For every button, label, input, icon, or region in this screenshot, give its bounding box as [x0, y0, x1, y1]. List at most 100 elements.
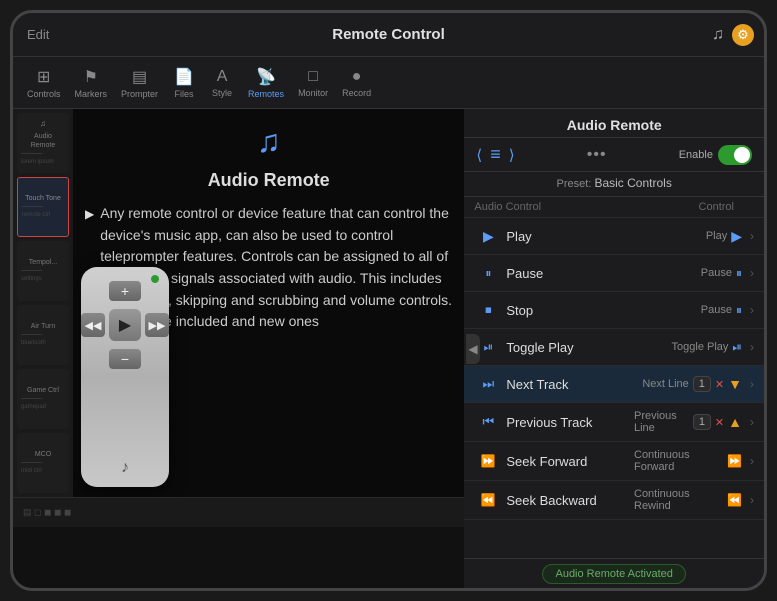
main-content: ♫ Audio Remote ───── lorem ipsum Touch T… [13, 109, 764, 588]
thumb-item-5[interactable]: Game Ctrl ───── gamepad [17, 369, 69, 429]
previous-track-row-icon: ⏮ [474, 411, 502, 433]
toolbar-monitor[interactable]: □ Monitor [292, 64, 334, 102]
next-track-row-label: Next Track [502, 377, 634, 392]
seek-forward-control-area: Continuous Forward ⏩ › [634, 449, 754, 473]
thumb-item-3[interactable]: Tempol... ───── settings [17, 241, 69, 301]
prompter-icon: ▤ [132, 67, 147, 87]
play-row-label: Play [502, 229, 634, 244]
remote-play-button[interactable]: ▶ [109, 309, 141, 341]
right-panel-title: Audio Remote [464, 109, 764, 138]
thumb-item-6[interactable]: MCO ───── midi ctrl [17, 433, 69, 493]
rp-menu-icon[interactable]: ≡ [490, 144, 501, 165]
control-row-seek-backward[interactable]: ⏪ Seek Backward Continuous Rewind ⏪ › [464, 481, 764, 520]
status-bottom-bar: Audio Remote Activated [464, 558, 764, 588]
remote-music-icon: ♪ [121, 459, 129, 477]
toolbar-prompter[interactable]: ▤ Prompter [115, 63, 164, 103]
thumb-item-1[interactable]: ♫ Audio Remote ───── lorem ipsum [17, 113, 69, 173]
pause-chevron-icon: › [750, 266, 754, 280]
remotes-icon: 📡 [256, 67, 276, 87]
remote-rewind-button[interactable]: ◀◀ [81, 313, 105, 337]
minus-icon: − [121, 351, 129, 367]
remote-widget: + ◀◀ ▶ ▶▶ − ♪ [81, 267, 169, 487]
doc-main: ♫ Audio Remote ▶ Any remote control or d… [73, 109, 464, 497]
col-header-audio: Audio Control [474, 201, 634, 213]
next-track-x-badge[interactable]: ✕ [715, 378, 724, 391]
next-track-row-icon: ⏭ [474, 373, 502, 395]
rp-more-options[interactable]: ••• [587, 146, 607, 164]
previous-track-control-area: Previous Line 1 ✕ ▲ › [634, 410, 754, 434]
toggle-play-chevron-icon: › [750, 340, 754, 354]
control-list: ▶ Play Play ▶ › ⏸ Pause Pause ⏸ › [464, 218, 764, 558]
toolbar-remotes[interactable]: 📡 Remotes [242, 63, 290, 103]
enable-toggle-group: Enable [679, 145, 752, 165]
previous-track-chevron-icon: › [750, 415, 754, 429]
rp-forward-icon[interactable]: ⟩ [509, 146, 515, 164]
play-control-area: Play ▶ › [634, 228, 754, 245]
toggle-play-control-label: Toggle Play [672, 341, 729, 353]
previous-track-control-icon: ▲ [728, 414, 742, 430]
stop-row-label: Stop [502, 303, 634, 318]
device-frame: Edit Remote Control ♫ ⚙ ⊞ Controls ⚑ Mar… [10, 10, 767, 591]
monitor-icon: □ [308, 68, 318, 86]
next-track-num-badge: 1 [693, 376, 711, 392]
next-track-control-icon: ▼ [728, 376, 742, 392]
top-bar: Edit Remote Control ♫ ⚙ [13, 13, 764, 57]
toolbar-files[interactable]: 📄 Files [166, 63, 202, 103]
seek-forward-control-label: Continuous Forward [634, 449, 723, 473]
gear-icon[interactable]: ⚙ [732, 24, 754, 46]
toolbar: ⊞ Controls ⚑ Markers ▤ Prompter 📄 Files … [13, 57, 764, 109]
control-row-stop[interactable]: ⏹ Stop Pause ⏸ › [464, 292, 764, 329]
doc-main-title: Audio Remote [85, 170, 452, 191]
previous-track-control-label: Previous Line [634, 410, 689, 434]
control-row-pause[interactable]: ⏸ Pause Pause ⏸ › [464, 255, 764, 292]
control-row-previous-track[interactable]: ⏮ Previous Track Previous Line 1 ✕ ▲ › [464, 403, 764, 442]
doc-content-area: ♫ Audio Remote ───── lorem ipsum Touch T… [13, 109, 464, 497]
control-row-next-track[interactable]: ⏭ Next Track Next Line 1 ✕ ▼ › [464, 366, 764, 403]
next-track-chevron-icon: › [750, 377, 754, 391]
play-chevron-icon: › [750, 229, 754, 243]
control-row-toggle-play[interactable]: ⏯ Toggle Play Toggle Play ⏯ › [464, 329, 764, 366]
pause-control-label: Pause [701, 267, 732, 279]
markers-icon: ⚑ [84, 67, 98, 87]
stop-control-label: Pause [701, 304, 732, 316]
play-control-label: Play [706, 230, 727, 242]
top-bar-icons: ♫ ⚙ [712, 24, 754, 46]
toggle-play-control-icon: ⏯ [732, 340, 742, 355]
preset-bar: Preset: Basic Controls [464, 172, 764, 197]
pause-row-label: Pause [502, 266, 634, 281]
play-control-icon: ▶ [731, 228, 742, 245]
pause-control-icon: ⏸ [736, 266, 742, 281]
stop-row-icon: ⏹ [474, 299, 502, 321]
control-row-seek-forward[interactable]: ⏩ Seek Forward Continuous Forward ⏩ › [464, 442, 764, 481]
remote-fastforward-button[interactable]: ▶▶ [145, 313, 169, 337]
stop-control-icon: ⏸ [736, 303, 742, 318]
remote-plus-button[interactable]: + [109, 281, 141, 301]
panel-collapse-button[interactable]: ◀ [466, 334, 480, 364]
left-arrow-icon: ◀ [468, 342, 477, 356]
style-icon: A [217, 68, 228, 86]
seek-backward-control-label: Continuous Rewind [634, 488, 723, 512]
preset-label: Preset: [557, 178, 595, 190]
seek-backward-row-icon: ⏪ [474, 489, 502, 511]
enable-label: Enable [679, 149, 713, 161]
col-header-control: Control [634, 201, 754, 213]
enable-toggle-switch[interactable] [718, 145, 752, 165]
toggle-play-control-area: Toggle Play ⏯ › [634, 340, 754, 355]
remote-minus-button[interactable]: − [109, 349, 141, 369]
thumb-item-2[interactable]: Touch Tone ───── remote ctrl [17, 177, 69, 237]
toolbar-record[interactable]: ● Record [336, 64, 377, 102]
right-panel-controls-bar: ⟨ ≡ ⟩ ••• Enable [464, 138, 764, 172]
edit-label[interactable]: Edit [27, 27, 49, 42]
next-track-control-area: Next Line 1 ✕ ▼ › [634, 376, 754, 392]
rp-back-icon[interactable]: ⟨ [476, 146, 482, 164]
activated-badge: Audio Remote Activated [542, 564, 685, 584]
toolbar-markers[interactable]: ⚑ Markers [69, 63, 114, 103]
thumb-item-4[interactable]: Air Turn ───── bluetooth [17, 305, 69, 365]
doc-logo: ♫ [241, 119, 296, 164]
previous-track-x-badge[interactable]: ✕ [715, 416, 724, 429]
bottom-bar-info: ▤ ◻ ◼ ◼ ◼ [23, 507, 71, 518]
control-row-play[interactable]: ▶ Play Play ▶ › [464, 218, 764, 255]
toolbar-style[interactable]: A Style [204, 64, 240, 102]
toolbar-controls[interactable]: ⊞ Controls [21, 63, 67, 103]
plus-icon: + [121, 283, 129, 299]
